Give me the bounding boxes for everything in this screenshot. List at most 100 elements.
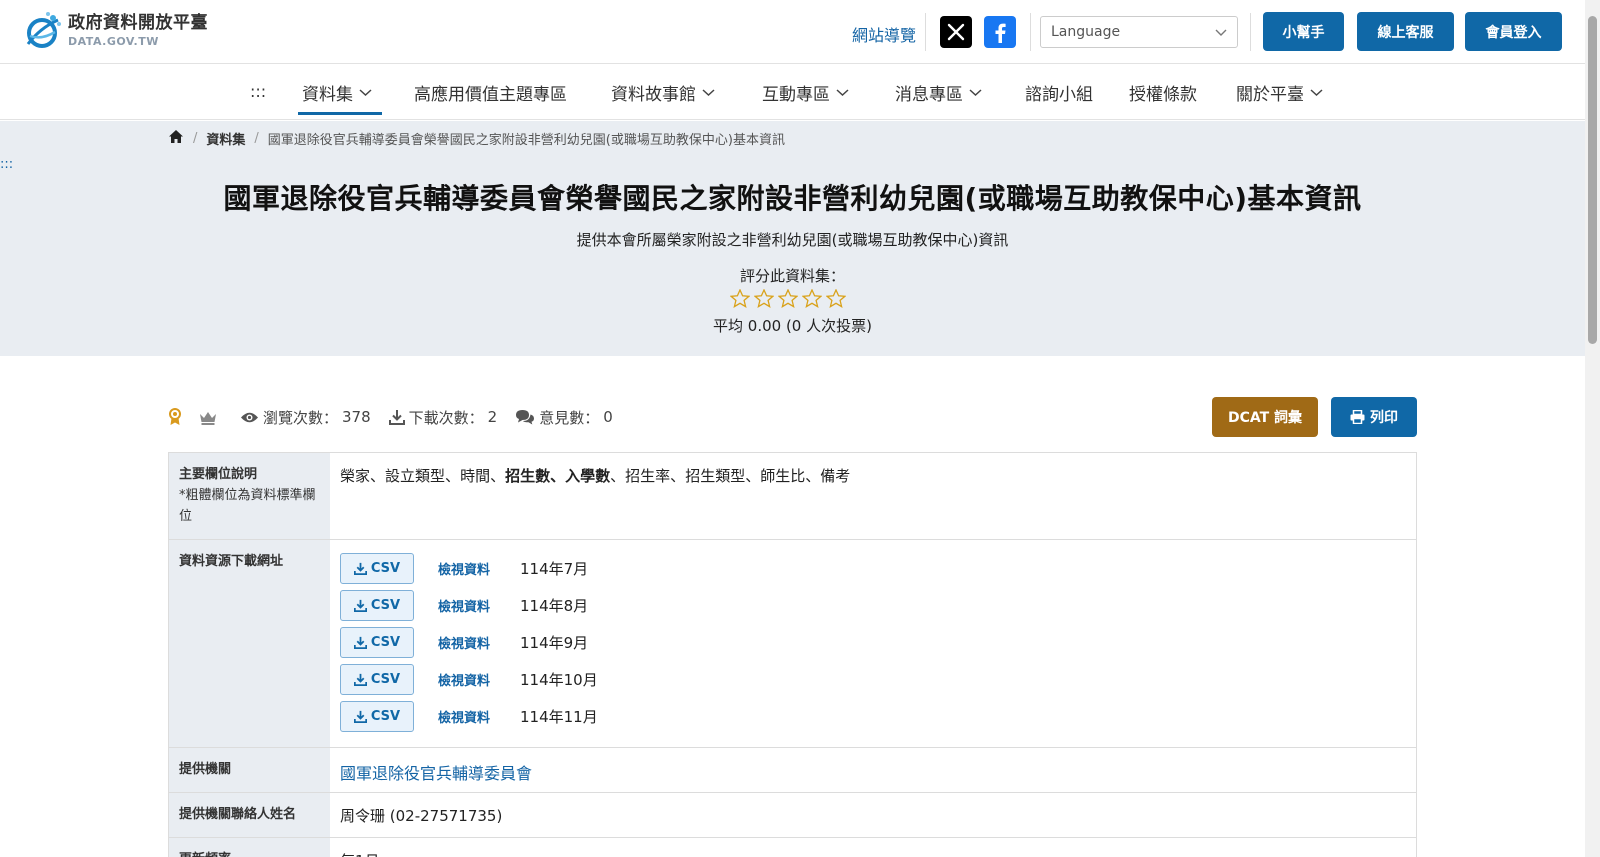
printer-icon [1350,410,1365,424]
field-name: 招生類型 [685,467,746,485]
nav-item-about[interactable]: 關於平臺 [1236,80,1323,105]
chevron-down-icon [702,89,715,97]
nav-item-high-value[interactable]: 高應用價值主題專區 [414,80,567,105]
row-header: 資料資源下載網址 [169,540,330,748]
header-divider [1250,13,1251,51]
field-separator: 、 [670,467,686,485]
downloads-count: 2 [487,408,498,426]
table-row: 提供機關 國軍退除役官兵輔導委員會 [169,748,1416,794]
csv-download-button[interactable]: CSV [340,664,414,696]
logo-subtitle: DATA.GOV.TW [68,35,159,48]
dataset-description: 提供本會所屬榮家附設之非營利幼兒園(或職場互助教保中心)資訊 [576,231,1009,249]
x-share-button[interactable] [940,16,972,48]
view-data-link[interactable]: 檢視資料 [438,633,520,652]
field-separator: 、 [745,467,761,485]
csv-download-button[interactable]: CSV [340,553,414,585]
resource-period: 114年7月 [520,560,589,579]
breadcrumb-home[interactable] [168,129,184,148]
nav-item-label: 授權條款 [1129,85,1197,105]
chevron-down-icon [359,89,372,97]
comments-label: 意見數： [539,408,600,427]
fields-header: 主要欄位說明 [179,467,258,482]
header-divider [925,13,926,51]
field-name: 師生比 [760,467,806,485]
dataset-hero: ::: / 資料集 / 國軍退除役官兵輔導委員會榮譽國民之家附設非營利幼兒園(或… [0,121,1585,356]
resource-item: CSV 檢視資料 114年10月 [340,661,1406,698]
chevron-down-icon [969,89,982,97]
language-select[interactable]: Language [1040,16,1238,48]
breadcrumb-separator: / [193,131,198,146]
star-icon[interactable] [826,289,846,308]
field-name: 招生率 [625,467,671,485]
print-button[interactable]: 列印 [1331,397,1417,437]
view-data-link[interactable]: 檢視資料 [438,707,520,726]
nav-accesskey-link[interactable]: ::: [250,82,266,101]
rating-average: 平均 0.00 (0 人次投票) [713,317,872,335]
field-name: 榮家 [340,467,371,485]
home-icon [169,130,183,143]
view-data-link[interactable]: 檢視資料 [438,596,520,615]
eye-icon [241,412,258,422]
view-data-link[interactable]: 檢視資料 [438,559,520,578]
star-icon[interactable] [730,289,750,308]
logo-mark-icon [26,12,61,48]
csv-download-button[interactable]: CSV [340,701,414,733]
resource-item: CSV 檢視資料 114年8月 [340,587,1406,624]
language-select-value: Language [1051,24,1121,40]
field-separator: 、 [490,467,506,485]
site-logo[interactable]: 政府資料開放平臺 DATA.GOV.TW [22,10,208,52]
nav-item-label: 高應用價值主題專區 [414,85,567,105]
member-login-button[interactable]: 會員登入 [1465,12,1562,51]
nav-item-interactive[interactable]: 互動專區 [762,80,849,105]
header-divider [1030,13,1031,51]
breadcrumb-datasets[interactable]: 資料集 [206,129,245,148]
fields-list: 榮家、設立類型、時間、招生數、入學數、招生率、招生類型、師生比、備考 [330,453,1416,539]
nav-item-label: 消息專區 [895,85,963,105]
nav-item-news[interactable]: 消息專區 [895,80,982,105]
csv-download-button[interactable]: CSV [340,627,414,659]
site-header: 政府資料開放平臺 DATA.GOV.TW 網站導覽 Language 小幫手 線… [0,0,1585,64]
facebook-share-button[interactable] [984,16,1016,48]
download-icon [353,563,367,576]
dcat-vocabulary-button[interactable]: DCAT 詞彙 [1212,397,1318,437]
nav-item-label: 資料集 [302,85,353,105]
helper-button[interactable]: 小幫手 [1263,12,1344,51]
download-icon [353,674,367,687]
csv-format-label: CSV [370,598,401,614]
frequency-value: 每1月 [330,838,1416,857]
page-scrollbar-thumb[interactable] [1588,16,1597,344]
view-data-link[interactable]: 檢視資料 [438,670,520,689]
content-accesskey-link[interactable]: ::: [0,157,13,172]
nav-item-advisory[interactable]: 諮詢小組 [1025,80,1093,105]
star-icon[interactable] [778,289,798,308]
nav-item-license[interactable]: 授權條款 [1129,80,1197,105]
nav-active-indicator [298,112,382,115]
rating-label: 評分此資料集： [739,267,845,285]
row-header: 主要欄位說明 *粗體欄位為資料標準欄位 [169,453,330,540]
print-label: 列印 [1370,410,1398,426]
nav-item-label: 資料故事館 [611,85,696,105]
resource-period: 114年9月 [520,634,589,653]
sitemap-link[interactable]: 網站導覽 [852,22,916,46]
breadcrumb-current: 國軍退除役官兵輔導委員會榮譽國民之家附設非營利幼兒園(或職場互助教保中心)基本資… [267,133,785,148]
csv-download-button[interactable]: CSV [340,590,414,622]
field-name: 時間 [460,467,491,485]
award-badge-icon [169,408,181,425]
field-separator: 、 [370,467,386,485]
breadcrumb-separator: / [254,131,259,146]
csv-format-label: CSV [370,561,401,577]
views-count: 378 [342,408,371,426]
star-icon[interactable] [802,289,822,308]
dataset-info-table: 主要欄位說明 *粗體欄位為資料標準欄位 榮家、設立類型、時間、招生數、入學數、招… [168,452,1417,857]
nav-item-datasets[interactable]: 資料集 [302,80,372,105]
online-service-button[interactable]: 線上客服 [1357,12,1454,51]
agency-link[interactable]: 國軍退除役官兵輔導委員會 [340,764,532,783]
resource-period: 114年8月 [520,597,589,616]
row-header: 更新頻率 [169,838,330,857]
field-name: 入學數 [565,467,611,485]
nav-item-data-stories[interactable]: 資料故事館 [611,80,715,105]
resource-item: CSV 檢視資料 114年7月 [340,550,1406,587]
field-separator: 、 [610,467,626,485]
star-icon[interactable] [754,289,774,308]
csv-format-label: CSV [370,672,401,688]
